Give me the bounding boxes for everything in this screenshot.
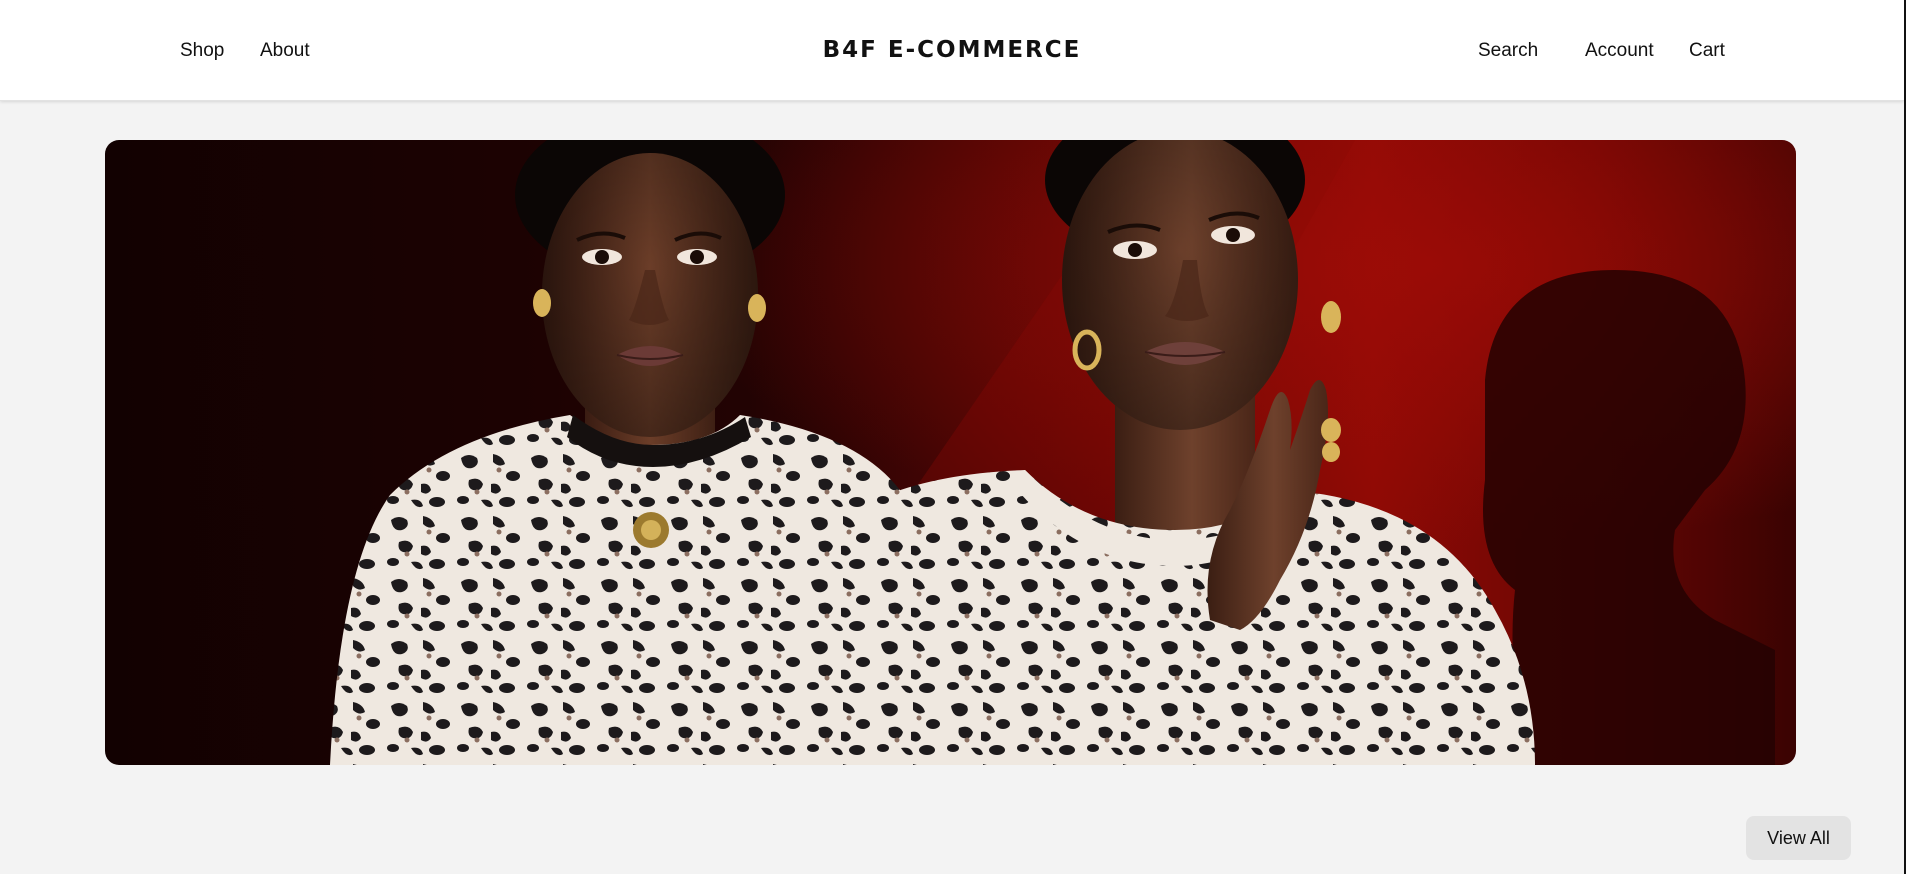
hero-banner[interactable] bbox=[105, 140, 1796, 765]
nav-search-link[interactable]: Search bbox=[1478, 38, 1538, 64]
nav-account-link[interactable]: Account bbox=[1585, 38, 1654, 64]
nav-about-link[interactable]: About bbox=[260, 38, 310, 64]
site-header: Shop About B4F E-COMMERCE Search Account… bbox=[0, 0, 1904, 101]
nav-cart-link[interactable]: Cart bbox=[1689, 38, 1725, 64]
nav-shop-link[interactable]: Shop bbox=[180, 38, 224, 64]
hero-image bbox=[105, 140, 1796, 765]
view-all-button[interactable]: View All bbox=[1746, 816, 1851, 860]
